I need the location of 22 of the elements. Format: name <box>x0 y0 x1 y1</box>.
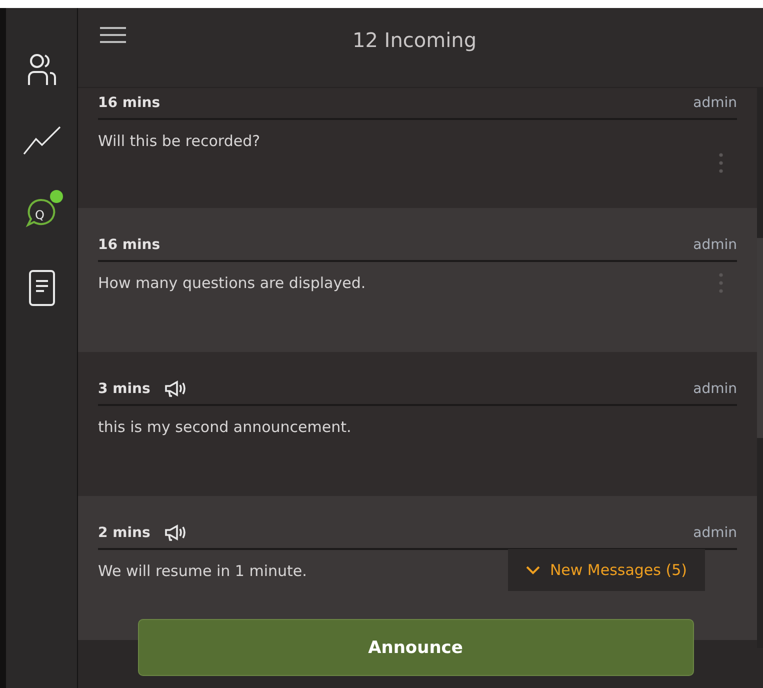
message-author: admin <box>693 95 737 111</box>
megaphone-icon <box>164 524 186 542</box>
message-time: 16 mins <box>98 95 160 111</box>
message-author: admin <box>693 381 737 397</box>
message-text: We will resume in 1 minute. <box>98 562 307 580</box>
message-text: How many questions are displayed. <box>98 274 366 292</box>
announce-button[interactable]: Announce <box>138 619 694 676</box>
megaphone-icon <box>164 380 186 398</box>
message-text: this is my second announcement. <box>98 418 352 436</box>
line-chart-icon[interactable] <box>22 124 62 156</box>
message-author: admin <box>693 237 737 253</box>
menu-icon[interactable] <box>100 26 126 44</box>
new-messages-button[interactable]: New Messages (5) <box>508 549 705 591</box>
document-icon[interactable] <box>28 270 54 306</box>
message-author: admin <box>693 525 737 541</box>
chevron-down-icon <box>526 566 540 574</box>
people-icon[interactable] <box>26 52 56 86</box>
message-time: 16 mins <box>98 237 160 253</box>
message-time: 2 mins <box>98 525 150 541</box>
message-time: 3 mins <box>98 381 150 397</box>
panel-title: 12 Incoming <box>351 27 478 52</box>
message-text: Will this be recorded? <box>98 132 260 150</box>
